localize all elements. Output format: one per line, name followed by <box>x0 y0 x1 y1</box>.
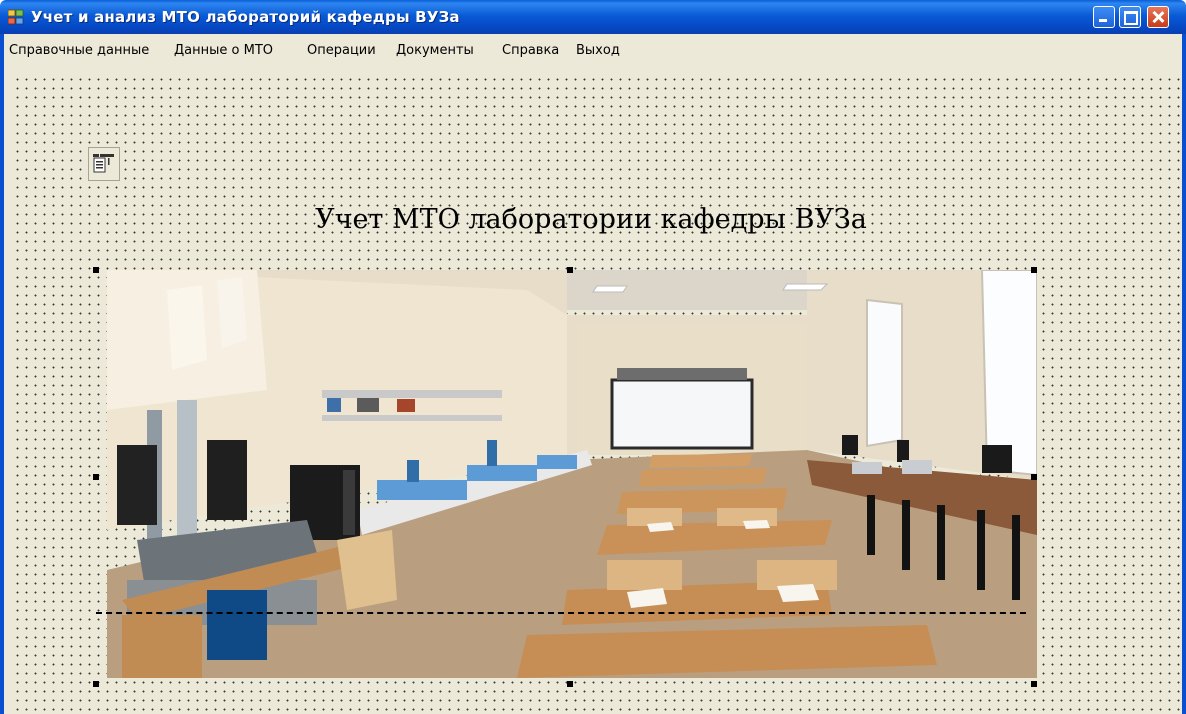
minimize-button[interactable] <box>1093 6 1115 28</box>
laboratory-photo[interactable] <box>107 270 1037 678</box>
window-frame-right <box>1182 34 1186 714</box>
selection-border-bottom <box>96 612 1026 614</box>
form-left-margin <box>4 72 11 714</box>
resize-handle-top-right[interactable] <box>1031 267 1037 273</box>
resize-handle-top-middle[interactable] <box>567 267 573 273</box>
app-icon <box>8 9 24 25</box>
window-title: Учет и анализ МТО лабораторий кафедры ВУ… <box>31 8 460 26</box>
form-heading: Учет МТО лаборатории кафедры ВУЗа <box>315 204 867 235</box>
menu-editor-icon <box>93 154 114 173</box>
close-button[interactable] <box>1147 6 1169 28</box>
maximize-button[interactable] <box>1119 6 1141 28</box>
menu-item-reference-data[interactable]: Справочные данные <box>4 41 154 61</box>
resize-handle-middle-left[interactable] <box>93 474 99 480</box>
menu-item-documents[interactable]: Документы <box>391 41 479 61</box>
laboratory-photo-image <box>107 270 1037 678</box>
main-menu-component[interactable] <box>88 147 120 181</box>
resize-handle-bottom-right[interactable] <box>1031 681 1037 687</box>
resize-handle-top-left[interactable] <box>93 267 99 273</box>
menu-item-mto-data[interactable]: Данные о МТО <box>169 41 278 61</box>
form-design-surface[interactable]: Учет МТО лаборатории кафедры ВУЗа <box>11 72 1182 714</box>
application-window: Учет и анализ МТО лабораторий кафедры ВУ… <box>0 0 1186 714</box>
resize-handle-middle-right[interactable] <box>1031 474 1037 480</box>
title-bar[interactable]: Учет и анализ МТО лабораторий кафедры ВУ… <box>0 0 1186 34</box>
menu-item-operations[interactable]: Операции <box>302 41 381 61</box>
menu-bar: Справочные данные Данные о МТО Операции … <box>4 34 1182 73</box>
resize-handle-bottom-middle[interactable] <box>567 681 573 687</box>
resize-handle-bottom-left[interactable] <box>93 681 99 687</box>
menu-item-help[interactable]: Справка <box>497 41 564 61</box>
menu-item-exit[interactable]: Выход <box>571 41 625 61</box>
